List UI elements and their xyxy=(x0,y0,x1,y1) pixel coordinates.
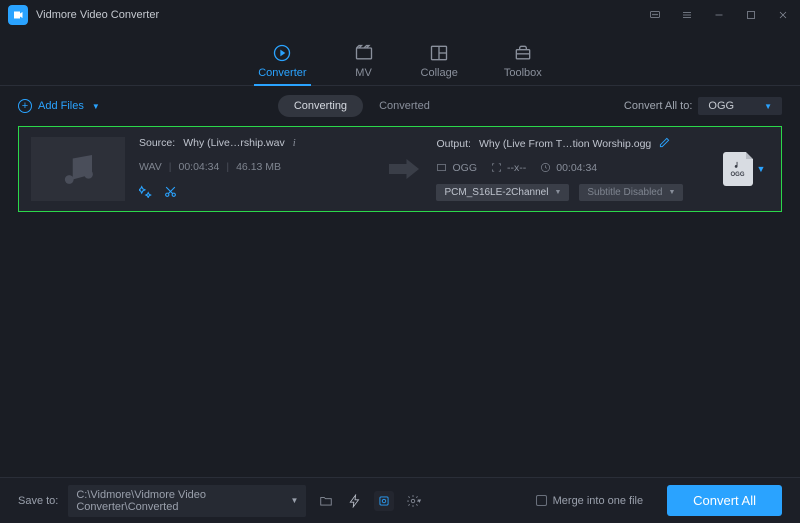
convert-all-value: OGG xyxy=(708,100,734,112)
convert-all-label: Convert All to: xyxy=(624,100,692,112)
tab-label: Toolbox xyxy=(504,67,542,79)
titlebar-controls xyxy=(646,6,792,24)
save-to-label: Save to: xyxy=(18,495,58,507)
menu-icon[interactable] xyxy=(678,6,696,24)
tab-mv[interactable]: MV xyxy=(353,42,375,85)
output-label: Output: xyxy=(436,138,470,150)
settings-icon[interactable]: ▾ xyxy=(403,491,423,511)
footer-icons: ▾ xyxy=(316,491,423,511)
plus-icon: + xyxy=(18,99,32,113)
main-nav: Converter MV Collage Toolbox xyxy=(0,30,800,86)
subtitle-value: Subtitle Disabled xyxy=(587,187,662,198)
subtitle-select[interactable]: Subtitle Disabled ▼ xyxy=(579,184,683,201)
output-duration-chip: 00:04:34 xyxy=(540,162,597,174)
app-title: Vidmore Video Converter xyxy=(36,9,159,21)
tab-toolbox[interactable]: Toolbox xyxy=(504,42,542,85)
source-filename: Why (Live…rship.wav xyxy=(183,137,285,149)
save-path-select[interactable]: C:\Vidmore\Vidmore Video Converter\Conve… xyxy=(68,485,306,517)
footer: Save to: C:\Vidmore\Vidmore Video Conver… xyxy=(0,477,800,523)
source-column: Source: Why (Live…rship.wav i WAV | 00:0… xyxy=(139,137,372,201)
convert-all-to: Convert All to: OGG ▼ xyxy=(624,97,782,115)
arrow-icon xyxy=(386,137,422,201)
mv-icon xyxy=(353,42,375,64)
source-duration: 00:04:34 xyxy=(178,161,219,173)
hw-accel-off-icon[interactable] xyxy=(345,491,365,511)
subtab-converted[interactable]: Converted xyxy=(363,95,446,117)
tab-label: Converter xyxy=(258,67,306,79)
chevron-down-icon: ▼ xyxy=(290,496,298,505)
app-logo xyxy=(8,5,28,25)
source-label: Source: xyxy=(139,137,175,149)
file-card[interactable]: Source: Why (Live…rship.wav i WAV | 00:0… xyxy=(18,126,782,212)
convert-all-format-select[interactable]: OGG ▼ xyxy=(698,97,782,115)
music-note-icon xyxy=(57,148,99,190)
add-files-label: Add Files xyxy=(38,100,84,112)
open-folder-icon[interactable] xyxy=(316,491,336,511)
output-duration: 00:04:34 xyxy=(556,162,597,174)
file-thumbnail xyxy=(31,137,125,201)
audio-codec-value: PCM_S16LE-2Channel xyxy=(444,187,548,198)
maximize-icon[interactable] xyxy=(742,6,760,24)
chevron-down-icon: ▼ xyxy=(668,189,675,196)
output-format: OGG xyxy=(452,162,477,174)
subtab-converting[interactable]: Converting xyxy=(278,95,363,117)
cut-icon[interactable] xyxy=(164,185,177,201)
convert-all-button[interactable]: Convert All xyxy=(667,485,782,516)
tab-converter[interactable]: Converter xyxy=(258,42,306,85)
output-column: Output: Why (Live From T…tion Worship.og… xyxy=(436,137,705,201)
close-icon[interactable] xyxy=(774,6,792,24)
output-resolution-chip: --x-- xyxy=(491,162,526,174)
titlebar: Vidmore Video Converter xyxy=(0,0,800,30)
feedback-icon[interactable] xyxy=(646,6,664,24)
chevron-down-icon: ▼ xyxy=(764,102,772,111)
subtabs: Converting Converted xyxy=(278,95,446,117)
format-chevron-icon[interactable]: ▼ xyxy=(757,164,766,174)
checkbox-icon xyxy=(536,495,547,506)
merge-checkbox[interactable]: Merge into one file xyxy=(536,495,644,507)
add-files-button[interactable]: + Add Files ▼ xyxy=(18,99,100,113)
info-icon[interactable]: i xyxy=(293,138,296,149)
tab-label: Collage xyxy=(421,67,458,79)
format-ext: OGG xyxy=(731,172,745,178)
collage-icon xyxy=(428,42,450,64)
tab-collage[interactable]: Collage xyxy=(421,42,458,85)
chevron-down-icon: ▼ xyxy=(92,102,100,111)
gpu-icon[interactable] xyxy=(374,491,394,511)
converter-icon xyxy=(271,42,293,64)
chevron-down-icon: ▼ xyxy=(554,189,561,196)
save-path-value: C:\Vidmore\Vidmore Video Converter\Conve… xyxy=(76,489,290,513)
tab-label: MV xyxy=(355,67,372,79)
app-window: Vidmore Video Converter Converter MV Col… xyxy=(0,0,800,523)
toolbar: + Add Files ▼ Converting Converted Conve… xyxy=(0,86,800,126)
minimize-icon[interactable] xyxy=(710,6,728,24)
source-format: WAV xyxy=(139,161,162,173)
enhance-icon[interactable] xyxy=(139,185,152,201)
toolbox-icon xyxy=(512,42,534,64)
format-column: OGG ▼ xyxy=(719,137,769,201)
edit-icon[interactable] xyxy=(659,137,670,151)
output-filename: Why (Live From T…tion Worship.ogg xyxy=(479,138,651,150)
merge-label: Merge into one file xyxy=(553,495,644,507)
output-format-chip: OGG xyxy=(436,162,477,174)
file-list: Source: Why (Live…rship.wav i WAV | 00:0… xyxy=(0,126,800,477)
audio-codec-select[interactable]: PCM_S16LE-2Channel ▼ xyxy=(436,184,569,201)
output-format-badge[interactable]: OGG xyxy=(723,152,753,186)
source-size: 46.13 MB xyxy=(236,161,281,173)
output-resolution: --x-- xyxy=(507,162,526,174)
note-icon xyxy=(732,160,743,171)
